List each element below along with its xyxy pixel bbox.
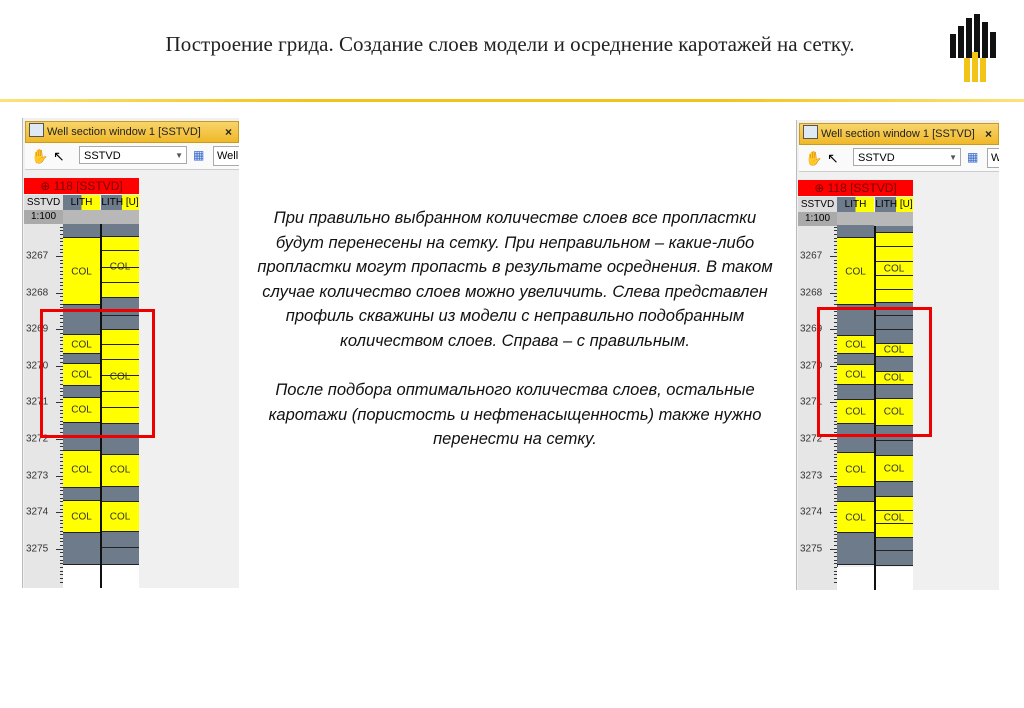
depth-label: 3267 bbox=[26, 250, 49, 262]
pan-hand-icon[interactable]: ✋ bbox=[31, 148, 48, 165]
lithology-layer bbox=[101, 486, 139, 502]
depth-label: 3268 bbox=[26, 287, 49, 299]
layer-label: COL bbox=[845, 266, 866, 278]
layer-label: COL bbox=[109, 261, 131, 273]
description-text: При правильно выбранном количестве слоев… bbox=[250, 206, 780, 477]
lithology-layer bbox=[101, 548, 139, 565]
depth-tick bbox=[830, 512, 837, 514]
lithology-layer bbox=[101, 531, 139, 549]
lithology-layer bbox=[875, 290, 913, 303]
layer-label: COL bbox=[883, 263, 905, 275]
depth-label: 3268 bbox=[800, 287, 823, 299]
depth-label: 3273 bbox=[26, 470, 49, 482]
highlight-box-left bbox=[40, 309, 155, 438]
depth-column-header: SSTVD bbox=[24, 195, 63, 211]
layer-label: COL bbox=[109, 464, 131, 476]
layer-label: COL bbox=[845, 464, 866, 476]
depth-tick bbox=[56, 256, 63, 257]
lithology-layer bbox=[875, 440, 913, 456]
depth-label: 3275 bbox=[26, 543, 49, 555]
depth-tick bbox=[830, 475, 837, 477]
lithology-layer bbox=[101, 236, 139, 251]
well-combo[interactable]: Well bbox=[987, 148, 999, 168]
scale-label: 1:100 bbox=[798, 212, 837, 226]
lithology-layer bbox=[63, 224, 100, 239]
lithology-layer bbox=[837, 225, 874, 239]
close-icon[interactable]: × bbox=[985, 124, 992, 144]
rosneft-logo-icon bbox=[950, 14, 996, 82]
lithology-layer bbox=[101, 283, 139, 299]
depth-tick bbox=[830, 292, 837, 294]
lithology-layer bbox=[875, 276, 913, 291]
close-icon[interactable]: × bbox=[225, 122, 232, 142]
depth-tick bbox=[830, 439, 837, 440]
lithology-layer bbox=[837, 533, 874, 565]
divider-line bbox=[0, 99, 1024, 102]
depth-tick bbox=[56, 292, 63, 294]
depth-label: 3274 bbox=[800, 506, 823, 518]
layer-label: COL bbox=[883, 512, 905, 523]
lithology-layer bbox=[875, 232, 913, 247]
layer-label: COL bbox=[109, 511, 131, 523]
slide-title: Построение грида. Создание слоев модели … bbox=[165, 32, 855, 56]
lithology-layer bbox=[63, 488, 100, 501]
layer-label: COL bbox=[845, 512, 866, 523]
template-icon[interactable]: ▦ bbox=[193, 148, 204, 162]
layer-label: COL bbox=[71, 464, 92, 476]
lithology-layer bbox=[875, 246, 913, 262]
lithology-layer bbox=[101, 437, 139, 456]
lithology-layer bbox=[875, 225, 913, 233]
depth-tick bbox=[56, 439, 63, 440]
depth-tick bbox=[56, 512, 63, 514]
depth-tick bbox=[830, 256, 837, 257]
layer-label: COL bbox=[883, 463, 905, 475]
depth-tick bbox=[56, 475, 63, 477]
highlight-box-right bbox=[817, 307, 932, 437]
lithology-layer bbox=[837, 486, 874, 502]
lithology-layer bbox=[875, 537, 913, 551]
layer-label: COL bbox=[71, 266, 92, 278]
well-section-icon bbox=[29, 123, 44, 137]
scale-label: 1:100 bbox=[24, 210, 63, 224]
lithology-layer bbox=[875, 496, 913, 512]
layer-label: COL bbox=[71, 511, 92, 523]
depth-tick bbox=[56, 548, 63, 550]
chevron-down-icon: ▼ bbox=[175, 151, 183, 160]
depth-label: 3275 bbox=[800, 543, 823, 555]
well-combo[interactable]: Well bbox=[213, 146, 239, 166]
pan-hand-icon[interactable]: ✋ bbox=[805, 150, 822, 167]
lithology-layer bbox=[875, 550, 913, 566]
depth-tick bbox=[830, 548, 837, 550]
depth-label: 3274 bbox=[26, 506, 49, 518]
lithology-layer bbox=[63, 533, 100, 565]
well-section-icon bbox=[803, 125, 818, 139]
lithology-layer bbox=[101, 224, 139, 237]
template-icon[interactable]: ▦ bbox=[967, 150, 978, 164]
paragraph-1: При правильно выбранном количестве слоев… bbox=[257, 209, 773, 350]
depth-label: 3267 bbox=[800, 250, 823, 262]
paragraph-2: После подбора оптимального количества сл… bbox=[268, 381, 762, 449]
depth-column-header: SSTVD bbox=[798, 197, 837, 213]
lithology-layer bbox=[875, 523, 913, 538]
chevron-down-icon: ▼ bbox=[949, 153, 957, 162]
depth-label: 3273 bbox=[800, 470, 823, 482]
lithology-layer bbox=[875, 481, 913, 497]
